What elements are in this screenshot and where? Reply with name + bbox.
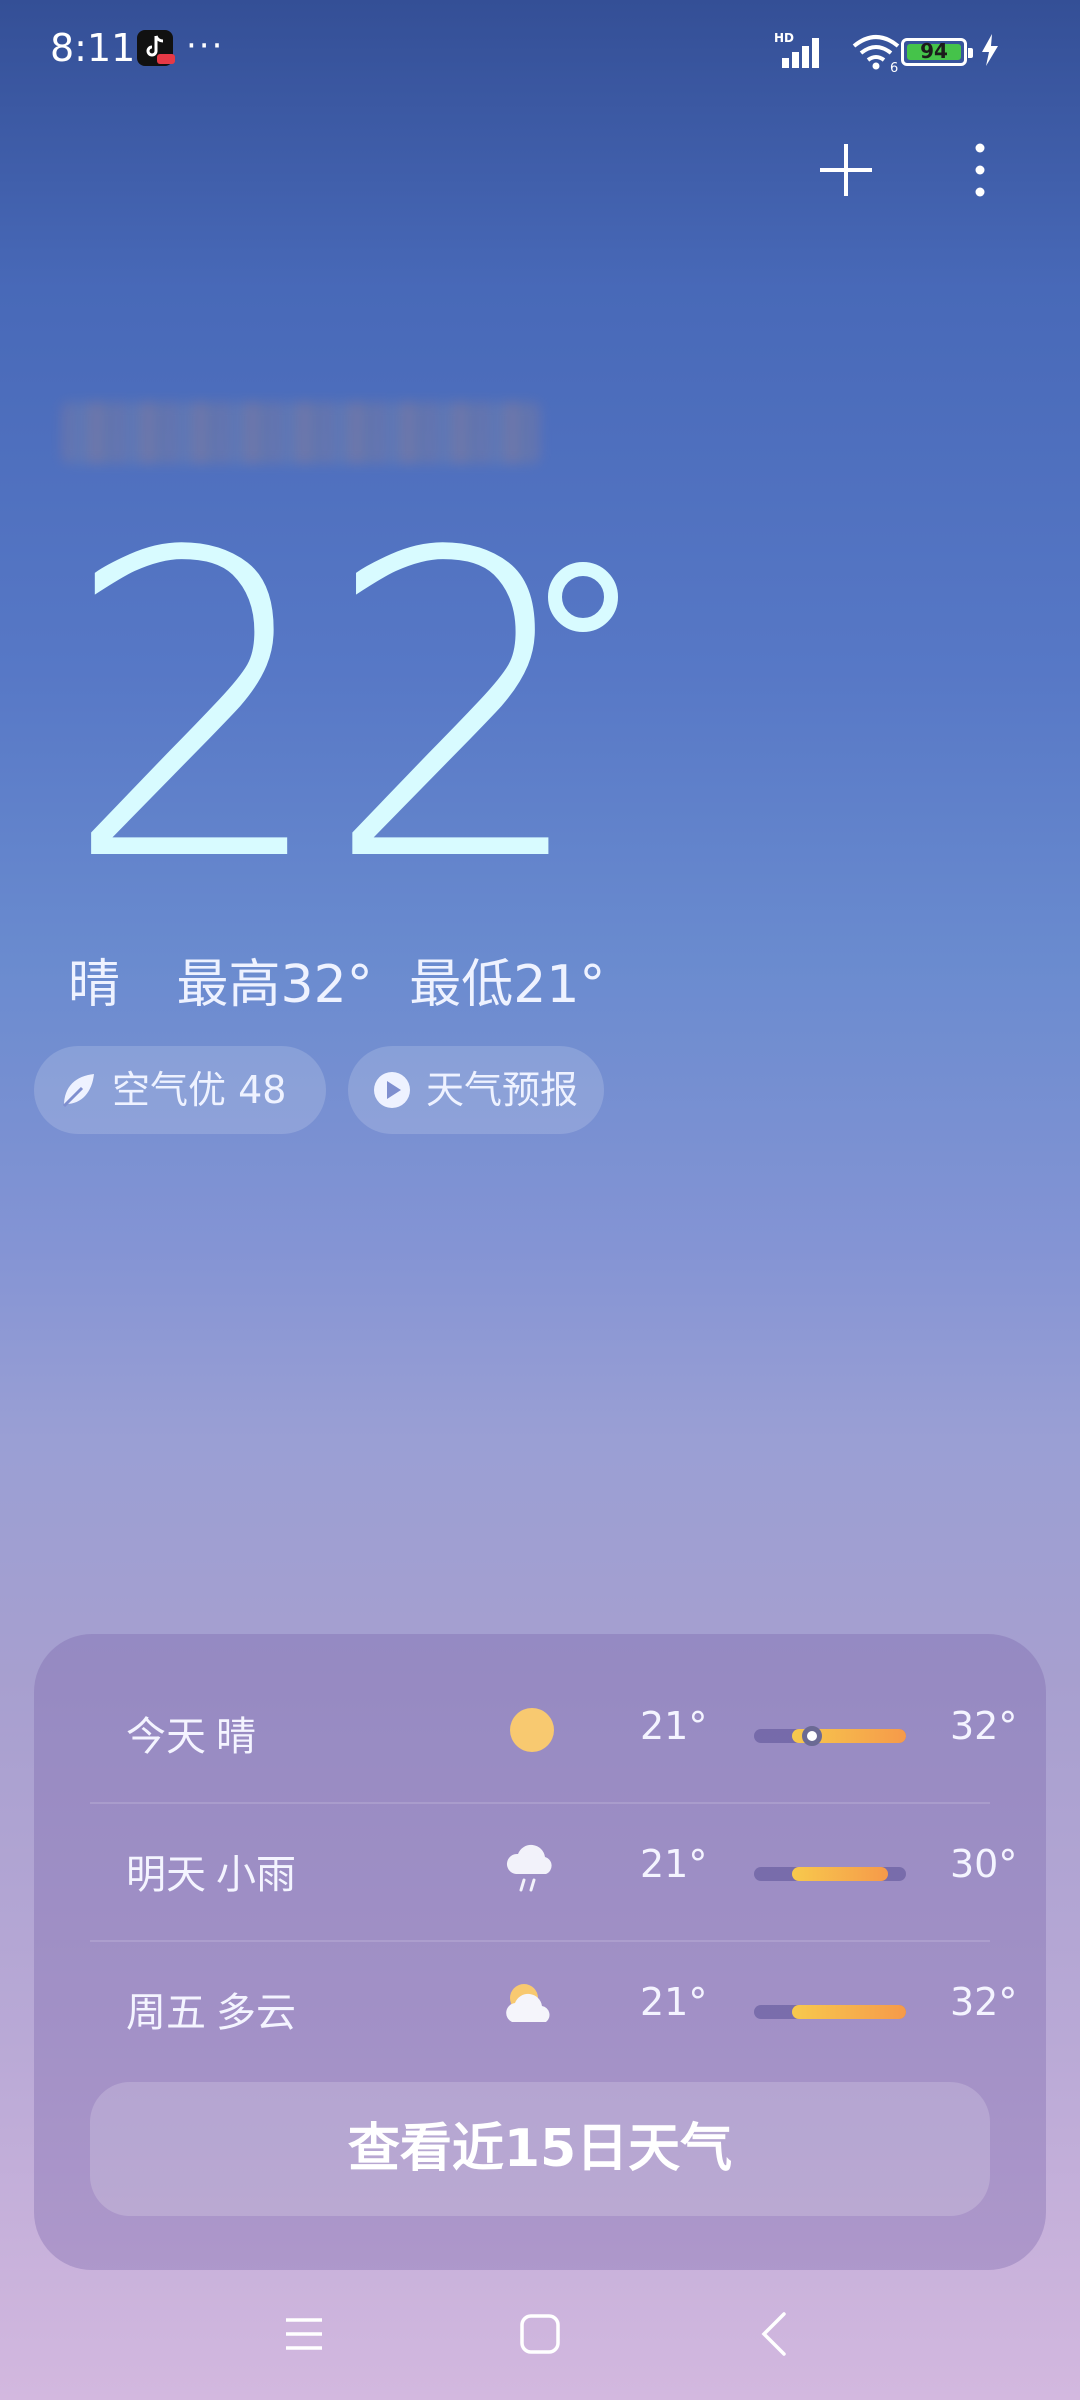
- current-condition: 晴: [68, 955, 121, 1015]
- svg-text:HD: HD: [774, 31, 794, 45]
- temperature-range-bar: [754, 2005, 906, 2019]
- forecast-condition: 晴: [216, 1714, 256, 1760]
- status-time: 8:11: [50, 26, 136, 70]
- forecast-row[interactable]: 明天 小雨 21° 30°: [90, 1802, 1017, 1940]
- forecast-high: 32°: [950, 1980, 1018, 2024]
- temperature-range-bar: [754, 1867, 906, 1881]
- weather-forecast-label: 天气预报: [426, 1068, 579, 1112]
- forecast-low: 21°: [640, 1980, 708, 2024]
- weather-forecast-pill[interactable]: 天气预报: [348, 1046, 604, 1134]
- charging-icon: [982, 34, 998, 66]
- forecast-day: 明天: [126, 1852, 206, 1898]
- current-temp-marker: [801, 1726, 822, 1746]
- recent-apps-icon[interactable]: [282, 2314, 326, 2354]
- forecast-condition: 小雨: [216, 1852, 296, 1898]
- forecast-condition: 多云: [216, 1990, 296, 2036]
- battery-icon: 94: [901, 38, 973, 66]
- navigation-bar: [0, 2290, 1080, 2380]
- vertical-dots-icon: [975, 143, 985, 197]
- forecast-card: 今天晴 21° 32° 明天 小雨 21° 30° 周五 多云 21° 32° 查看近15日天气: [34, 1634, 1046, 2270]
- air-quality-pill[interactable]: 空气优 48: [34, 1046, 326, 1134]
- degree-symbol: [548, 562, 618, 632]
- rain-cloud-icon: [500, 1836, 564, 1900]
- forecast-day: 今天: [126, 1714, 206, 1760]
- add-city-button[interactable]: [816, 140, 876, 200]
- forecast-day: 周五: [126, 1990, 206, 2036]
- partly-cloudy-icon: [500, 1974, 564, 2038]
- more-options-button[interactable]: [960, 140, 1000, 200]
- home-icon[interactable]: [518, 2312, 562, 2356]
- more-notifications-icon: ···: [186, 26, 225, 66]
- temperature-range-fill: [792, 1867, 888, 1881]
- condition-summary: 晴 最高32° 最低21°: [68, 942, 605, 1017]
- forecast-row[interactable]: 周五 多云 21° 32°: [90, 1940, 1017, 2078]
- wifi-icon: 6: [852, 35, 900, 72]
- play-icon: [374, 1072, 410, 1108]
- battery-level: 94: [920, 39, 948, 63]
- temperature-range-fill: [792, 2005, 906, 2019]
- tiktok-notification-icon: [137, 30, 175, 66]
- leaf-icon: [62, 1074, 94, 1108]
- view-15-day-button[interactable]: 查看近15日天气: [90, 2082, 990, 2216]
- location-name-obscured: [62, 402, 540, 464]
- forecast-row[interactable]: 今天晴 21° 32°: [90, 1664, 1017, 1802]
- forecast-low: 21°: [640, 1842, 708, 1886]
- today-low: 最低21°: [409, 955, 606, 1015]
- svg-text:6: 6: [890, 61, 898, 72]
- forecast-high: 30°: [950, 1842, 1018, 1886]
- temperature-range-bar: [754, 1726, 906, 1746]
- forecast-low: 21°: [640, 1704, 708, 1748]
- air-quality-label: 空气优 48: [112, 1068, 287, 1112]
- back-icon[interactable]: [758, 2310, 790, 2358]
- signal-icon: HD: [774, 31, 819, 68]
- today-high: 最高32°: [176, 955, 373, 1015]
- forecast-high: 32°: [950, 1704, 1018, 1748]
- status-bar: 8:11 ··· HD 6 94: [0, 0, 1080, 100]
- sun-icon: [500, 1698, 564, 1762]
- plus-icon: [820, 144, 872, 196]
- current-temperature: 22: [62, 465, 590, 954]
